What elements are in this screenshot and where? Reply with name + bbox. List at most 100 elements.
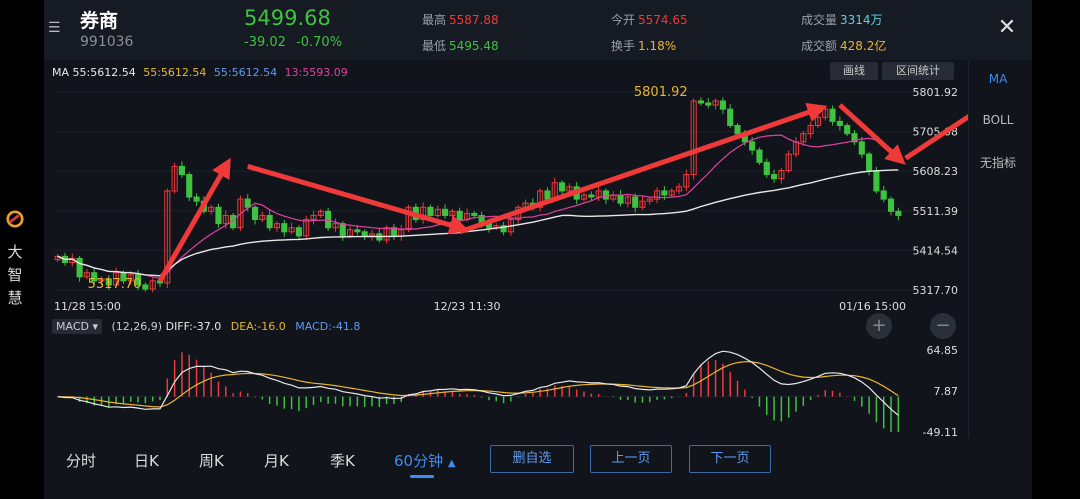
- side-item-ma[interactable]: MA: [969, 72, 1027, 86]
- candle-body: [602, 190, 609, 200]
- menu-icon[interactable]: ☰: [48, 20, 64, 36]
- price-change: -39.02 -0.70%: [244, 35, 342, 50]
- indicator-side-panel: MA BOLL 无指标: [968, 60, 1026, 438]
- volume-label: 成交量: [801, 13, 838, 27]
- candle-body: [858, 141, 865, 155]
- logo-char-1: 大: [7, 243, 23, 261]
- side-item-none[interactable]: 无指标: [969, 154, 1027, 171]
- price-tick-label: 5317.70: [913, 284, 959, 297]
- time-tick-label: 12/23 11:30: [434, 300, 501, 313]
- candle-body: [442, 208, 449, 216]
- candle-body: [244, 198, 251, 208]
- stock-name: 券商: [80, 10, 119, 32]
- candle-body: [361, 231, 368, 237]
- ma13-line: [57, 134, 899, 280]
- volume-value: 3314万: [840, 13, 883, 27]
- candle-body: [325, 210, 332, 229]
- macd-tick-label: -49.11: [923, 426, 958, 438]
- side-item-boll[interactable]: BOLL: [969, 113, 1027, 127]
- candle-body: [727, 108, 734, 126]
- low-stat: 最低 5495.48: [422, 37, 499, 54]
- dea-line: [57, 361, 899, 408]
- macd-diff: DIFF:-37.0: [165, 320, 222, 333]
- candle-body: [697, 100, 705, 104]
- stock-panel: ☰ 券商 991036 5499.68 -39.02 -0.70% 最高 5587…: [44, 0, 1032, 499]
- candle-body: [295, 227, 302, 237]
- open-label: 今开: [611, 13, 636, 27]
- candle-body: [895, 210, 902, 216]
- amount-label: 成交额: [801, 39, 838, 53]
- change-percent: -0.70%: [296, 35, 343, 50]
- period-tabs: 分时 日K 周K 月K 季K 60分钟 ▲ 删自选 上一页 下一页: [44, 440, 1032, 480]
- candle-body: [544, 190, 551, 200]
- tab-season-k[interactable]: 季K: [330, 450, 355, 471]
- candle-body: [873, 169, 880, 192]
- candle-body: [559, 182, 566, 192]
- candle-body: [266, 214, 273, 229]
- macd-tick-label: 7.87: [934, 385, 959, 398]
- diff-line: [57, 350, 899, 416]
- open-value: 5574.65: [638, 13, 688, 27]
- price-plot: 5801.92 5317.70: [54, 85, 914, 293]
- candle-body: [76, 257, 83, 278]
- tab-month-k[interactable]: 月K: [264, 450, 289, 471]
- close-icon[interactable]: ✕: [996, 17, 1018, 39]
- next-page-button[interactable]: 下一页: [689, 445, 771, 473]
- plus-icon: +: [871, 315, 887, 336]
- candle-body: [705, 102, 712, 106]
- red-arrow: [247, 163, 470, 235]
- macd-axis: 64.85 7.87 -49.11: [923, 344, 958, 438]
- candle-body: [186, 174, 193, 198]
- turnover-value: 1.18%: [638, 39, 677, 53]
- candle-body: [617, 194, 624, 204]
- amount-value: 428.2亿: [840, 39, 887, 53]
- price-tick-label: 5608.23: [913, 165, 959, 178]
- logo-char-3: 慧: [7, 289, 23, 307]
- minus-icon: −: [935, 315, 951, 336]
- kline-chart[interactable]: 5801.925317.70 5801.925705.085608.235511…: [44, 60, 968, 438]
- macd-plot: [54, 350, 902, 432]
- candle-body: [339, 223, 346, 237]
- macd-selector-label: MACD: [56, 320, 89, 333]
- candle-body: [771, 174, 778, 180]
- min-price-label: 5317.70: [88, 277, 142, 292]
- zoom-out-button[interactable]: −: [930, 313, 956, 339]
- amount-stat: 成交额 428.2亿: [801, 37, 886, 54]
- tab-day-k[interactable]: 日K: [134, 450, 159, 471]
- tab-60min-label: 60分钟: [394, 452, 444, 470]
- candle-body: [661, 190, 668, 196]
- logo-char-2: 智: [7, 266, 23, 284]
- ma55-line: [57, 169, 899, 277]
- turnover-label: 换手: [611, 39, 636, 53]
- dropdown-icon: ▾: [92, 320, 99, 333]
- macd-params: (12,26,9): [111, 320, 163, 333]
- candle-body: [880, 190, 887, 200]
- candle-body: [354, 229, 361, 233]
- prev-page-button[interactable]: 上一页: [590, 445, 672, 473]
- caret-up-icon: ▲: [447, 458, 456, 469]
- candle-body: [844, 124, 851, 135]
- candle-body: [734, 124, 741, 135]
- zoom-in-button[interactable]: +: [866, 313, 892, 339]
- candle-body: [456, 210, 463, 221]
- tab-timeshare[interactable]: 分时: [66, 450, 96, 471]
- high-value: 5587.88: [449, 13, 499, 27]
- tab-week-k[interactable]: 周K: [199, 450, 224, 471]
- high-stat: 最高 5587.88: [422, 11, 499, 28]
- last-price: 5499.68: [244, 6, 331, 30]
- logo-icon: [6, 210, 24, 228]
- active-tab-indicator: [410, 475, 434, 478]
- remove-favorite-button[interactable]: 删自选: [490, 445, 574, 473]
- change-value: -39.02: [244, 35, 286, 50]
- candle-body: [719, 100, 726, 110]
- macd-tick-label: 64.85: [927, 344, 959, 357]
- macd-selector[interactable]: MACD ▾: [52, 319, 103, 334]
- tab-60min[interactable]: 60分钟 ▲: [394, 450, 456, 471]
- candle-body: [756, 149, 763, 163]
- candle-body: [178, 165, 185, 176]
- price-tick-label: 5801.92: [913, 86, 959, 99]
- time-tick-label: 01/16 15:00: [839, 300, 906, 313]
- candle-body: [281, 223, 288, 233]
- candle-body: [588, 194, 595, 198]
- time-axis: 11/28 15:00 12/23 11:30 01/16 15:00: [54, 300, 906, 313]
